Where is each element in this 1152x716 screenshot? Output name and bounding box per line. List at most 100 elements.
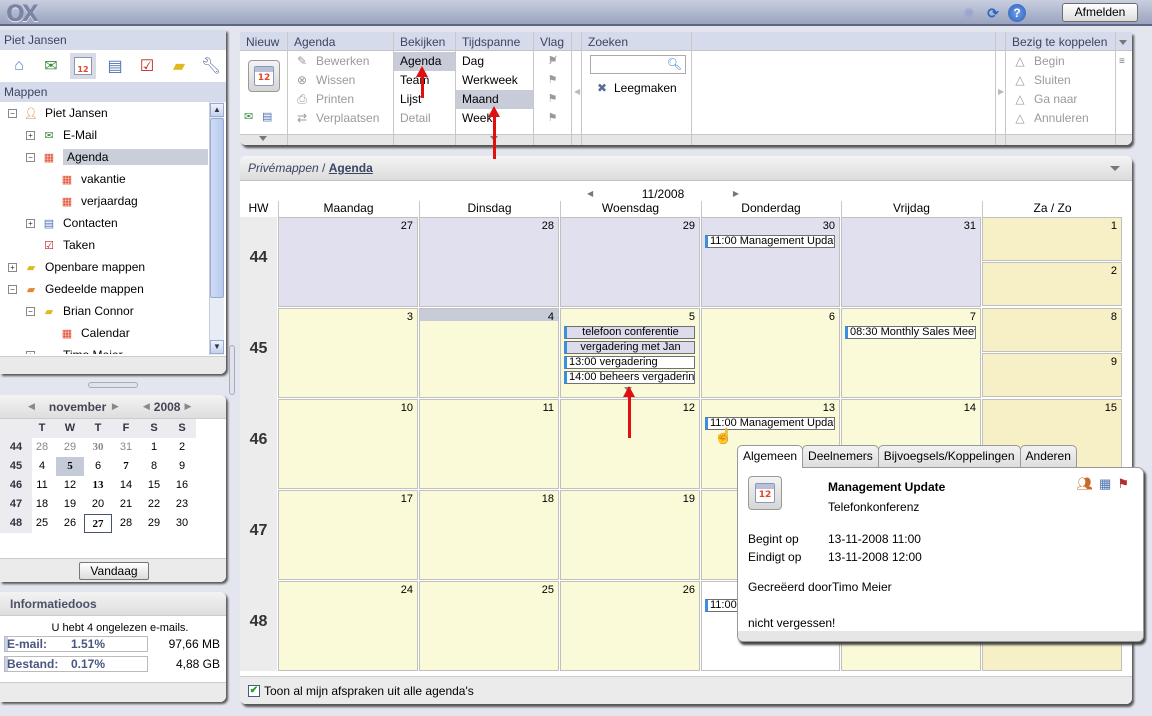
- breadcrumb-root[interactable]: Privémappen: [248, 161, 319, 175]
- mini-calendar-day[interactable]: 2: [168, 438, 196, 457]
- day-number[interactable]: 2: [1111, 265, 1117, 277]
- folder-tree-item[interactable]: − ▰ Brian Connor: [0, 300, 208, 322]
- new-email-icon[interactable]: ✉: [244, 110, 253, 123]
- search-icon[interactable]: 🔍︎: [667, 57, 682, 71]
- day-cell[interactable]: 31: [841, 217, 981, 307]
- toolbar-item-printen[interactable]: ⎙ Printen: [288, 90, 393, 109]
- folder-label[interactable]: Gedeelde mappen: [45, 282, 144, 296]
- toolbar-item-begin[interactable]: △ Begin: [1006, 52, 1115, 71]
- day-cell[interactable]: 28: [419, 217, 559, 307]
- week-number[interactable]: 46: [240, 431, 277, 449]
- mini-calendar-day[interactable]: 16: [168, 476, 196, 495]
- mini-calendar-day[interactable]: 15: [140, 476, 168, 495]
- flag-clear-icon[interactable]: ⚑̸: [534, 52, 571, 71]
- mini-calendar-day[interactable]: 9: [168, 457, 196, 476]
- mini-calendar-day[interactable]: 29: [56, 438, 84, 457]
- popup-tab[interactable]: Bijvoegsels/Koppelingen: [877, 445, 1021, 467]
- flag-icon[interactable]: ⚑: [534, 71, 571, 90]
- week-number[interactable]: 47: [240, 522, 277, 540]
- appointment[interactable]: 08:30 Monthly Sales Meeti: [845, 326, 976, 339]
- prev-month-icon[interactable]: ◀: [28, 401, 35, 412]
- folder-label[interactable]: vakantie: [81, 172, 126, 186]
- folder-tree-item[interactable]: + ▰ Openbare mappen: [0, 256, 208, 278]
- mini-calendar-day[interactable]: 20: [84, 495, 112, 514]
- mini-calendar-day[interactable]: 19: [56, 495, 84, 514]
- mini-calendar-day[interactable]: 27: [84, 514, 112, 533]
- show-all-checkbox[interactable]: ✔: [248, 684, 260, 697]
- weekend-cell[interactable]: 1: [982, 217, 1122, 261]
- prev-year-icon[interactable]: ◀: [143, 401, 150, 412]
- day-number[interactable]: 5: [689, 311, 695, 323]
- day-number[interactable]: 17: [401, 493, 413, 505]
- day-number[interactable]: 7: [970, 311, 976, 323]
- mini-calendar-day[interactable]: 28: [28, 438, 56, 457]
- weekend-cell[interactable]: 2: [982, 262, 1122, 306]
- scroll-up-icon[interactable]: ▲: [210, 103, 224, 117]
- day-number[interactable]: 31: [964, 220, 976, 232]
- day-number[interactable]: 15: [1105, 402, 1117, 414]
- mini-calendar-day[interactable]: 18: [28, 495, 56, 514]
- toolbar-item-dag[interactable]: Dag: [456, 52, 533, 71]
- expand-icon[interactable]: +: [26, 130, 35, 140]
- collapse-icon[interactable]: −: [8, 108, 17, 118]
- day-cell[interactable]: 11: [419, 399, 559, 489]
- day-number[interactable]: 18: [542, 493, 554, 505]
- mini-calendar-day[interactable]: 22: [140, 495, 168, 514]
- folder-label[interactable]: Calendar: [81, 326, 130, 340]
- mini-calendar-day[interactable]: 8: [140, 457, 168, 476]
- popup-tab[interactable]: Anderen: [1019, 445, 1077, 467]
- day-cell[interactable]: 29: [560, 217, 700, 307]
- day-cell[interactable]: 30 11:00 Management Update: [701, 217, 840, 307]
- folder-tree-item[interactable]: − ▦ Agenda: [0, 146, 208, 168]
- day-number[interactable]: 12: [683, 402, 695, 414]
- mini-calendar-day[interactable]: 30: [84, 438, 112, 457]
- folder-label[interactable]: Taken: [63, 238, 95, 252]
- day-number[interactable]: 10: [401, 402, 413, 414]
- day-number[interactable]: 25: [542, 584, 554, 596]
- day-cell[interactable]: 6: [701, 308, 840, 398]
- day-cell[interactable]: 5 telefoon conferentie vergadering met Jan…: [560, 308, 700, 398]
- day-number[interactable]: 19: [683, 493, 695, 505]
- scroll-left-icon[interactable]: ◀: [574, 87, 580, 96]
- mini-calendar-day[interactable]: 14: [112, 476, 140, 495]
- horizontal-splitter[interactable]: [88, 382, 138, 388]
- day-number[interactable]: 29: [683, 220, 695, 232]
- toolbar-item-ga-naar[interactable]: △ Ga naar: [1006, 90, 1115, 109]
- folder-label[interactable]: Agenda: [63, 149, 208, 165]
- day-cell[interactable]: 25: [419, 581, 559, 671]
- week-number[interactable]: 47: [0, 495, 32, 514]
- show-all-label[interactable]: Toon al mijn afspraken uit alle agenda's: [264, 684, 474, 698]
- day-cell[interactable]: 10: [278, 399, 418, 489]
- weekend-cell[interactable]: 9: [982, 353, 1122, 397]
- scroll-right-icon[interactable]: ▶: [998, 87, 1004, 96]
- mini-calendar-day[interactable]: 26: [56, 514, 84, 533]
- home-icon[interactable]: ⌂: [6, 53, 32, 79]
- mini-calendar-day[interactable]: 30: [168, 514, 196, 533]
- day-cell[interactable]: 17: [278, 490, 418, 580]
- mini-calendar-day[interactable]: 1: [140, 438, 168, 457]
- folder-scrollbar[interactable]: ▲ ▼: [209, 102, 224, 355]
- logout-button[interactable]: Afmelden: [1062, 3, 1138, 22]
- week-number[interactable]: 45: [240, 340, 277, 358]
- day-cell[interactable]: 18: [419, 490, 559, 580]
- mini-calendar-day[interactable]: 11: [28, 476, 56, 495]
- collapse-icon[interactable]: −: [8, 284, 17, 294]
- vertical-splitter[interactable]: [229, 345, 235, 395]
- day-number[interactable]: 4: [548, 311, 554, 323]
- week-number[interactable]: 44: [0, 438, 32, 457]
- folder-label[interactable]: Brian Connor: [63, 304, 134, 318]
- appointment[interactable]: telefoon conferentie: [564, 326, 695, 339]
- folder-label[interactable]: Openbare mappen: [45, 260, 145, 274]
- folder-tree-item[interactable]: ▦ vakantie: [0, 168, 208, 190]
- day-cell[interactable]: 26: [560, 581, 700, 671]
- folder-tree-item[interactable]: + ▤ Contacten: [0, 212, 208, 234]
- next-month-icon[interactable]: ▶: [112, 401, 119, 412]
- help-icon[interactable]: ?: [1008, 4, 1026, 22]
- new-contact-icon[interactable]: ▤: [262, 110, 272, 123]
- email-icon[interactable]: ✉: [38, 53, 64, 79]
- clear-search-button[interactable]: ✖ Leegmaken: [582, 79, 691, 98]
- folder-tree-item[interactable]: ▦ Calendar: [0, 322, 208, 344]
- folder-label[interactable]: E-Mail: [63, 128, 97, 142]
- folder-label[interactable]: Timo Meier: [63, 348, 123, 354]
- calendar-icon[interactable]: 12: [70, 53, 96, 79]
